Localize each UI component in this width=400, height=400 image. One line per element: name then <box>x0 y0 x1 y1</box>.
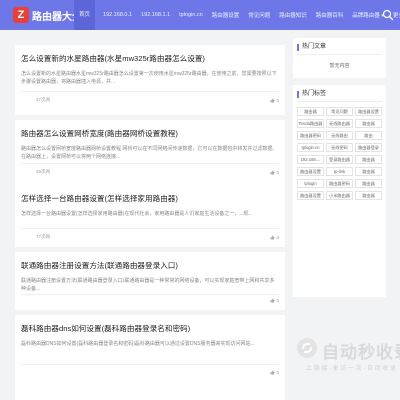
like-button[interactable]: 0 <box>270 169 279 175</box>
watermark-text: 自动秒收录 <box>322 343 400 362</box>
tag-link[interactable]: 路由器密码 <box>297 131 324 140</box>
top-navbar: Z 路由器大全 首页 192.168.0.1 192.168.1.1 tplog… <box>0 0 400 30</box>
tag-link[interactable]: 路由器密码 <box>326 179 353 188</box>
article-meta: 0 <box>21 298 279 303</box>
article-excerpt: 路由器怎么设置网桥宽度路由器网桥设置教程 网桥可以在不同网络间传递数据，它可以在… <box>21 146 278 160</box>
divider <box>21 228 279 229</box>
hot-articles-empty: 暂无内容 <box>329 63 350 69</box>
article-meta: 77次阅 0 <box>21 234 279 240</box>
divider <box>21 163 279 164</box>
article-views: 77次阅 <box>36 234 51 239</box>
like-button[interactable]: 0 <box>270 298 279 303</box>
article-title[interactable]: 联通路由器注册设置方法(联通路由器登录入口) <box>21 260 178 271</box>
site-logo[interactable]: Z 路由器大全 <box>13 6 82 24</box>
logo-icon: Z <box>13 7 29 23</box>
nav-item-router-wiki[interactable]: 路由器百科 <box>316 11 344 19</box>
main-nav: 首页 192.168.0.1 192.168.1.1 tplogin.cn 路由… <box>74 0 400 30</box>
article-card[interactable]: 磊科路由器dns如何设置(磊科路由器登录名和密码) 磊科路由器DNS如何设置(磊… <box>15 315 285 400</box>
divider <box>21 91 279 92</box>
tag-link[interactable]: Tenda路由器 <box>297 119 324 128</box>
nav-item-router-knowledge[interactable]: 路由器知识 <box>279 11 307 19</box>
article-meta: 47次阅 0 <box>21 97 279 103</box>
tag-link[interactable]: 登录路由器 <box>326 155 353 164</box>
like-count: 0 <box>276 234 279 240</box>
nav-item-192-168-1-1[interactable]: 192.168.1.1 <box>141 12 170 18</box>
article-excerpt: 磊科路由器DNS如何设置(磊科路由器登录名和密码)磊科路由器可以通过设置DNS服… <box>21 341 255 347</box>
article-card[interactable]: 怎么设置新的水星路由器(水星mw325r路由器怎么设置) 怎么设置新的水星路由器… <box>15 45 285 115</box>
article-card[interactable]: 路由器怎么设置网桥宽度(路由器网桥设置教程) 路由器怎么设置网桥宽度路由器网桥设… <box>15 120 285 190</box>
watermark-subtext: 上 链 接 · 来 访 一 次 · 自 动 收 录 <box>306 366 397 372</box>
like-button[interactable]: 0 <box>270 97 279 103</box>
like-count: 0 <box>276 97 279 103</box>
watermark-logo-icon <box>297 338 317 358</box>
tag-link[interactable]: tplogin.cn <box>297 143 324 152</box>
article-title[interactable]: 磊科路由器dns如何设置(磊科路由器登录名和密码) <box>21 323 190 334</box>
search-icon[interactable] <box>382 9 394 21</box>
article-meta: 0 <box>21 370 279 375</box>
like-count: 0 <box>276 169 279 175</box>
nav-item-tplogin[interactable]: tplogin.cn <box>179 12 203 18</box>
tag-cloud: 路由器 常见问题 路由器设置 Tenda路由器 无线路由器 路由器 路由器密码 无线路由 路由 t… <box>297 107 382 200</box>
nav-item-home[interactable]: 首页 <box>74 0 96 30</box>
article-excerpt: 怎么设置新的水星路由器水星mw325r路由器怎么设置第一次使用水星mw325r路… <box>21 71 277 85</box>
divider <box>21 294 279 295</box>
tag-link[interactable]: tp-link <box>326 167 353 176</box>
tag-link[interactable]: 常见问题 <box>326 107 353 116</box>
like-button[interactable]: 0 <box>270 370 279 375</box>
tag-link[interactable]: 路由 <box>355 131 382 140</box>
article-excerpt: 联通路由器注册设置方法(联通路由器登录入口)联通路由器是一种常常的网络设备，可以… <box>21 278 275 292</box>
tag-link[interactable]: 路由器设置 <box>297 167 324 176</box>
tag-link[interactable]: 路由器 <box>297 107 324 116</box>
article-card[interactable]: 联通路由器注册设置方法(联通路由器登录入口) 联通路由器注册设置方法(联通路由器… <box>15 252 285 310</box>
thumbs-up-icon <box>270 97 275 102</box>
thumbs-up-icon <box>270 298 275 303</box>
hot-articles-title: 热门文章 <box>297 44 326 51</box>
tag-link[interactable]: 小米路由器 <box>326 191 353 200</box>
divider <box>297 101 382 102</box>
article-card[interactable]: 怎样选择一台路由器设置(怎样选择家用路由器) 怎样选择一台路由器设置(怎样选择家… <box>15 185 285 247</box>
nav-item-router-settings[interactable]: 路由器设置 <box>212 11 240 19</box>
tag-link[interactable]: 路由器登录 <box>355 143 382 152</box>
divider <box>21 364 279 365</box>
thumbs-up-icon <box>270 234 275 239</box>
divider <box>297 54 382 55</box>
tag-link[interactable]: 无线密码 <box>326 143 353 152</box>
nav-item-faq[interactable]: 常见问题 <box>248 11 270 19</box>
tag-link[interactable]: 路由器 <box>355 167 382 176</box>
nav-item-brand-routers[interactable]: 品牌路由器 ▾ <box>352 11 384 19</box>
tag-link[interactable]: 路由器设置 <box>355 107 382 116</box>
tag-link[interactable]: 路由器 <box>355 119 382 128</box>
article-meta: 49次阅 0 <box>21 169 279 175</box>
nav-item-192-168-0-1[interactable]: 192.168.0.1 <box>103 12 132 18</box>
hot-articles-panel: 热门文章 暂无内容 <box>293 38 386 78</box>
like-count: 0 <box>276 370 279 375</box>
hot-tags-panel: 热门标签 路由器 常见问题 路由器设置 Tenda路由器 无线路由器 路由器 路由器密码 无线… <box>293 85 386 297</box>
like-count: 0 <box>276 298 279 303</box>
tag-link[interactable]: 路由器 <box>355 179 382 188</box>
article-views: 49次阅 <box>36 169 51 174</box>
article-title[interactable]: 怎样选择一台路由器设置(怎样选择家用路由器) <box>21 193 178 204</box>
article-excerpt: 怎样选择一台路由器设置(怎样选择家用路由器)在现代社会，家用路由器是人们家庭生活… <box>21 211 253 217</box>
tag-link[interactable]: 路由器 <box>355 191 382 200</box>
article-title[interactable]: 路由器怎么设置网桥宽度(路由器网桥设置教程) <box>21 128 178 139</box>
tag-link[interactable]: tplogin <box>297 179 324 188</box>
watermark: 自动秒收录 上 链 接 · 来 访 一 次 · 自 动 收 录 <box>296 337 400 373</box>
hot-tags-title: 热门标签 <box>297 91 326 98</box>
tag-link[interactable]: 无线路由 <box>326 131 353 140</box>
nav-brand-label: 品牌路由器 <box>352 13 380 19</box>
article-title[interactable]: 怎么设置新的水星路由器(水星mw325r路由器怎么设置) <box>21 53 205 64</box>
thumbs-up-icon <box>270 169 275 174</box>
tag-link[interactable]: 路由器 <box>355 155 382 164</box>
thumbs-up-icon <box>270 370 275 375</box>
like-button[interactable]: 0 <box>270 234 279 240</box>
article-views: 47次阅 <box>36 97 51 102</box>
tag-link[interactable]: 192.168.... <box>297 155 324 164</box>
tag-link[interactable]: 路由器设置 <box>297 191 324 200</box>
tag-link[interactable]: 无线路由器 <box>326 119 353 128</box>
